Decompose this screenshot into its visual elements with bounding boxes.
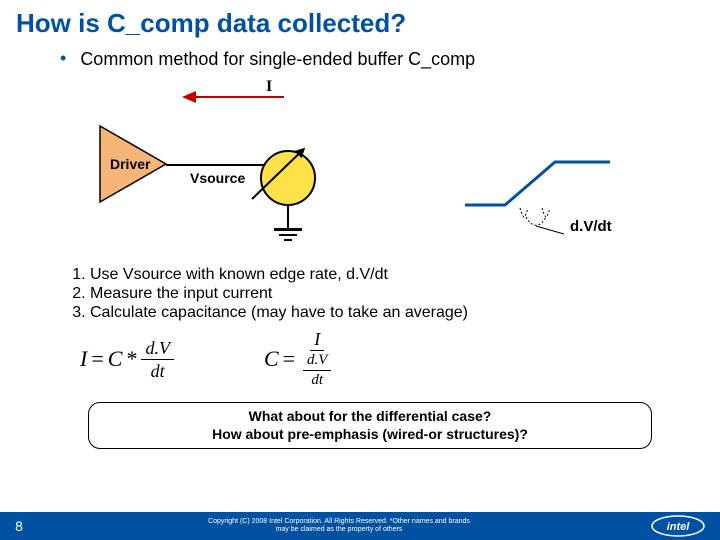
svg-text:intel: intel — [667, 521, 691, 533]
formula-c: C = I d.V dt — [264, 330, 336, 388]
bullet-item: • Common method for single-ended buffer … — [60, 49, 680, 70]
denominator: dt — [147, 360, 169, 380]
formula-part: = — [283, 346, 295, 372]
copyright-line: may be claimed as the property of others — [38, 526, 640, 534]
current-arrow-icon — [184, 96, 284, 98]
footer-bar: 8 Copyright (C) 2008 Intel Corporation. … — [0, 512, 720, 540]
fraction: d.V dt — [141, 339, 174, 380]
slide-title: How is C_comp data collected? — [0, 0, 720, 39]
copyright-line: Copyright (C) 2008 Intel Corporation. Al… — [38, 518, 640, 526]
step-item: Measure the input current — [90, 285, 680, 303]
formula-part: * — [126, 346, 137, 372]
step-item: Calculate capacitance (may have to take … — [90, 304, 680, 322]
numerator: d.V — [303, 353, 331, 371]
page-number: 8 — [0, 518, 38, 534]
ground-icon — [274, 228, 302, 231]
inner-fraction: d.V dt — [303, 353, 331, 388]
question-line: How about pre-emphasis (wired-or structu… — [97, 426, 643, 444]
fraction: I d.V dt — [299, 330, 335, 388]
bullet-icon: • — [60, 49, 66, 69]
current-i-label: I — [266, 78, 272, 96]
bullet-text: Common method for single-ended buffer C_… — [80, 49, 475, 70]
formula-i: I = C * d.V dt — [80, 339, 174, 380]
intel-logo-icon: intel — [650, 515, 706, 537]
content-area: • Common method for single-ended buffer … — [0, 39, 720, 449]
vsource-icon — [260, 150, 316, 206]
question-line: What about for the differential case? — [97, 408, 643, 426]
ground-icon — [284, 239, 292, 241]
circuit-diagram: Driver I Vsource d.V/dt — [60, 78, 680, 258]
formula-part: C — [108, 346, 123, 372]
ground-icon — [279, 234, 297, 236]
vsource-label: Vsource — [190, 170, 245, 186]
copyright-text: Copyright (C) 2008 Intel Corporation. Al… — [38, 518, 720, 533]
ground-wire — [287, 206, 289, 228]
denominator: d.V dt — [299, 351, 335, 388]
numerator: I — [310, 330, 324, 351]
steps-list: Use Vsource with known edge rate, d.V/dt… — [90, 266, 680, 322]
numerator: d.V — [141, 339, 174, 360]
formula-part: C — [264, 346, 279, 372]
formula-part: = — [91, 346, 103, 372]
denominator: dt — [307, 371, 327, 388]
question-box: What about for the differential case? Ho… — [88, 402, 652, 449]
dvdt-label: d.V/dt — [570, 218, 612, 235]
formula-row: I = C * d.V dt C = I d.V dt — [80, 330, 680, 388]
formula-part: I — [80, 346, 87, 372]
step-item: Use Vsource with known edge rate, d.V/dt — [90, 266, 680, 284]
driver-label: Driver — [110, 156, 150, 172]
